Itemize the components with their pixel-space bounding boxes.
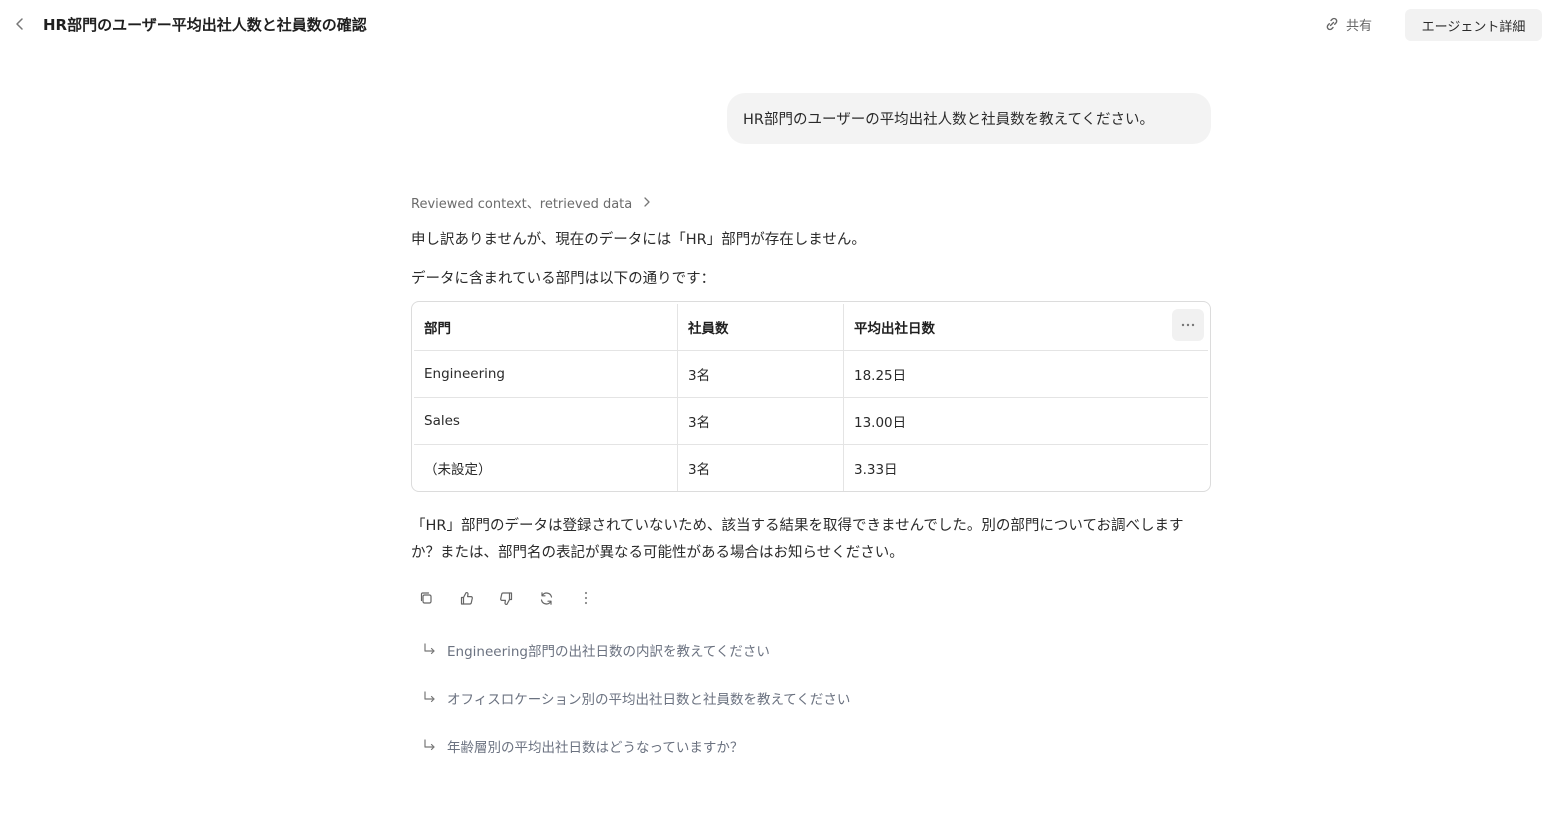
table-cell: （未設定） xyxy=(414,444,678,491)
table-row: Engineering 3名 18.25日 xyxy=(414,350,1208,398)
copy-button[interactable] xyxy=(416,586,436,610)
top-bar: HR部門のユーザー平均出社人数と社員数の確認 共有 エージェント詳細 xyxy=(0,0,1548,50)
thumbs-down-icon xyxy=(499,591,512,605)
table-more-button[interactable] xyxy=(1172,309,1204,341)
copy-icon xyxy=(420,592,432,604)
suggested-question[interactable]: 年齢層別の平均出社日数はどうなっていますか？ xyxy=(421,736,743,756)
arrow-return-icon xyxy=(424,643,435,655)
column-header: 平均出社日数 xyxy=(843,304,1208,351)
suggested-question[interactable]: Engineering部門の出社日数の内訳を教えてください xyxy=(421,640,770,660)
table-row: （未設定） 3名 3.33日 xyxy=(414,444,1208,491)
arrow-return-icon xyxy=(424,691,435,703)
table-cell: 3名 xyxy=(677,350,844,398)
refresh-icon xyxy=(540,591,552,605)
regenerate-button[interactable] xyxy=(536,586,556,610)
response-paragraph: データに含まれている部門は以下の通りです： xyxy=(411,271,716,287)
suggestion-label: Engineering部門の出社日数の内訳を教えてください xyxy=(447,644,770,660)
agent-details-button[interactable]: エージェント詳細 xyxy=(1405,9,1542,41)
link-icon xyxy=(1326,17,1338,31)
thumbs-down-button[interactable] xyxy=(496,586,516,610)
table-cell: 3名 xyxy=(677,444,844,491)
share-label: 共有 xyxy=(1346,18,1373,34)
chevron-right-icon xyxy=(644,197,650,207)
reviewed-label: Reviewed context、retrieved data xyxy=(411,196,633,212)
thumbs-up-button[interactable] xyxy=(456,586,476,610)
table-header-row: 部門 社員数 平均出社日数 xyxy=(414,304,1208,351)
chevron-left-icon xyxy=(16,18,23,30)
response-paragraph: 「HR」部門のデータは登録されていないため、該当する結果を取得できませんでした。… xyxy=(411,518,1184,561)
suggested-question[interactable]: オフィスロケーション別の平均出社日数と社員数を教えてください xyxy=(421,688,850,708)
suggestion-label: オフィスロケーション別の平均出社日数と社員数を教えてください xyxy=(447,692,851,708)
table-cell: Sales xyxy=(414,397,678,445)
share-button[interactable]: 共有 xyxy=(1324,12,1372,36)
table-cell: 3.33日 xyxy=(854,462,898,478)
table-cell: Engineering xyxy=(414,350,678,398)
table-cell: 3名 xyxy=(677,397,844,445)
more-actions-button[interactable] xyxy=(576,586,596,610)
back-button[interactable] xyxy=(10,14,30,34)
column-header: 部門 xyxy=(414,304,678,351)
table-cell: 18.25日 xyxy=(843,350,1208,398)
thumbs-up-icon xyxy=(460,591,473,605)
table-cell: 13.00日 xyxy=(843,397,1208,445)
page-title: HR部門のユーザー平均出社人数と社員数の確認 xyxy=(43,16,367,34)
arrow-return-icon xyxy=(424,739,435,751)
reviewed-context-toggle[interactable]: Reviewed context、retrieved data xyxy=(411,192,652,212)
department-table: 部門 社員数 平均出社日数 Engineering 3名 18.25日 Sale… xyxy=(411,301,1211,492)
response-paragraph: 申し訳ありませんが、現在のデータには「HR」部門が存在しません。 xyxy=(411,232,866,248)
user-message: HR部門のユーザーの平均出社人数と社員数を教えてください。 xyxy=(727,93,1211,144)
table-row: Sales 3名 13.00日 xyxy=(414,397,1208,445)
suggestion-label: 年齢層別の平均出社日数はどうなっていますか？ xyxy=(447,740,744,756)
more-horizontal-icon xyxy=(1181,323,1195,327)
column-header: 社員数 xyxy=(677,304,844,351)
message-actions xyxy=(416,586,596,610)
more-vertical-icon xyxy=(584,591,588,605)
